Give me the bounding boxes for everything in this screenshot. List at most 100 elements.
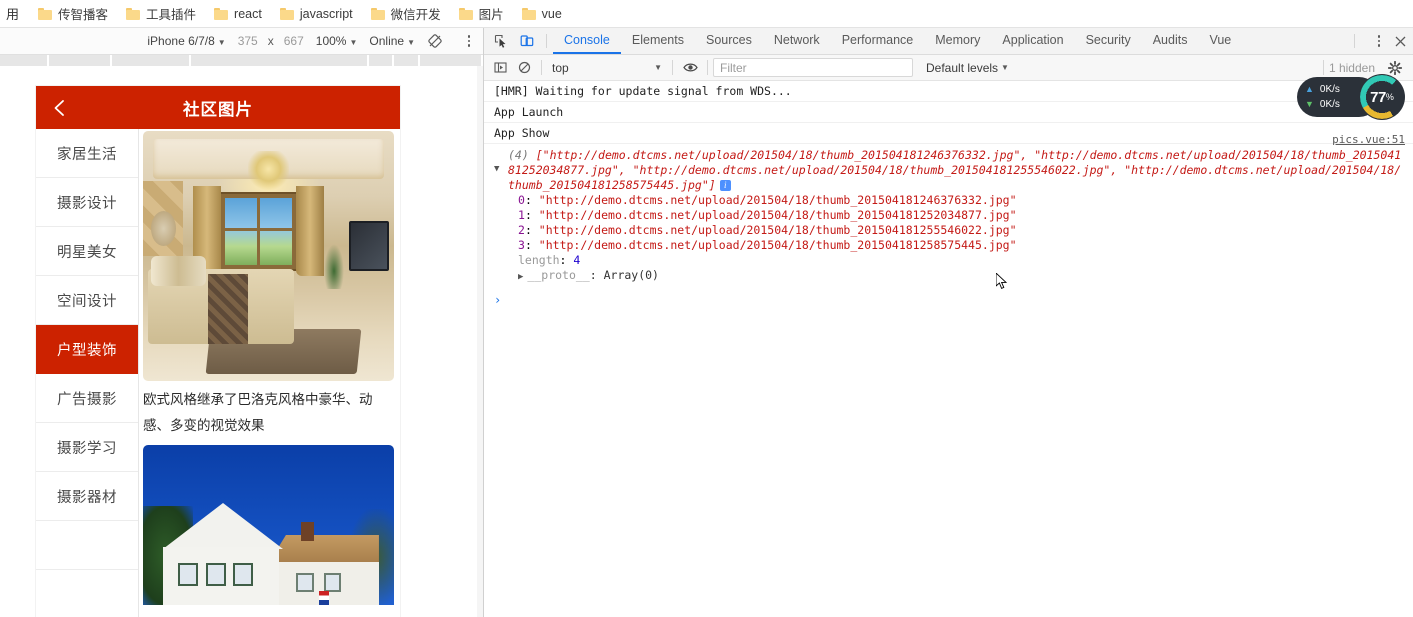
category-sidebar[interactable]: 家居生活 摄影设计 明星美女 空间设计 户型装饰 广告摄影 摄影学习 摄影器材 xyxy=(36,129,139,617)
inspect-element-icon[interactable] xyxy=(488,28,514,54)
tab-label: Application xyxy=(1002,33,1064,47)
sidebar-item-label: 摄影学习 xyxy=(57,440,117,457)
array-length-row: length: 4 xyxy=(518,253,581,267)
list-item[interactable]: 欧式风格继承了巴洛克风格中豪华、动感、多变的视觉效果 xyxy=(139,131,400,445)
array-proto-row[interactable]: ▶ __proto__: Array(0) xyxy=(494,268,1405,285)
sidebar-item-label: 摄影设计 xyxy=(57,195,117,212)
sidebar-item-huxingzhuangshi[interactable]: 户型装饰 xyxy=(36,325,138,374)
console-toolbar: top ▼ Filter Default levels ▼ 1 hidden xyxy=(484,55,1413,81)
folder-icon xyxy=(126,7,141,20)
live-expression-icon[interactable] xyxy=(678,58,702,78)
tab-console[interactable]: Console xyxy=(553,28,621,54)
clear-console-icon[interactable] xyxy=(512,58,536,78)
bookmark-label: react xyxy=(234,6,262,21)
throttling-select[interactable]: Online ▼ xyxy=(363,34,421,48)
sidebar-item-label: 广告摄影 xyxy=(57,391,117,408)
picture-thumbnail-bedroom[interactable] xyxy=(143,131,394,381)
devtools-panel: Console Elements Sources Network Perform… xyxy=(484,28,1413,617)
picture-thumbnail-house[interactable] xyxy=(143,445,394,605)
picture-list[interactable]: 欧式风格继承了巴洛克风格中豪华、动感、多变的视觉效果 xyxy=(139,129,400,617)
array-entry-value: "http://demo.dtcms.net/upload/201504/18/… xyxy=(538,223,1017,237)
tab-vue[interactable]: Vue xyxy=(1198,28,1242,54)
close-icon[interactable] xyxy=(1387,28,1413,54)
bookmark-label: 工具插件 xyxy=(146,8,197,22)
list-item[interactable] xyxy=(139,445,400,605)
sidebar-item-overflow[interactable] xyxy=(36,521,138,570)
execution-context-select[interactable]: top ▼ xyxy=(547,61,667,75)
bookmark-label: 微信开发 xyxy=(390,8,441,22)
bookmark-item[interactable]: vue xyxy=(513,4,571,24)
device-pane-scrollbar[interactable] xyxy=(477,66,483,617)
bookmark-label: 传智播客 xyxy=(58,8,109,22)
bookmark-item[interactable]: 传智播客 xyxy=(29,1,117,26)
device-width-input[interactable]: 375 xyxy=(232,34,264,48)
tab-label: Console xyxy=(564,33,610,47)
device-height-input[interactable]: 667 xyxy=(278,34,310,48)
bookmark-item[interactable]: react xyxy=(205,4,271,24)
console-log-row: App Launch xyxy=(484,102,1413,123)
tab-label: Audits xyxy=(1152,33,1188,47)
bookmark-item[interactable]: 图片 xyxy=(450,1,513,26)
tab-label: Network xyxy=(773,33,820,47)
rotate-icon[interactable] xyxy=(427,33,443,49)
phone-viewport: 社区图片 家居生活 摄影设计 明星美女 空间设计 户型装饰 广告摄影 摄影学习 … xyxy=(36,86,400,617)
device-more-options-icon[interactable] xyxy=(461,33,477,49)
sidebar-item-mingxingmeinv[interactable]: 明星美女 xyxy=(36,227,138,276)
gauge-value: 77 xyxy=(1370,88,1386,106)
bookmark-item[interactable]: 工具插件 xyxy=(117,1,205,26)
array-entry-index: 3 xyxy=(518,238,525,252)
console-prompt[interactable]: › xyxy=(484,289,1413,311)
sidebar-item-jiajushenghuo[interactable]: 家居生活 xyxy=(36,129,138,178)
console-log-row: [HMR] Waiting for update signal from WDS… xyxy=(484,81,1413,102)
array-entry-value: "http://demo.dtcms.net/upload/201504/18/… xyxy=(538,208,1017,222)
console-sidebar-icon[interactable] xyxy=(488,58,512,78)
zoom-select-value: 100% xyxy=(315,34,347,48)
tab-performance[interactable]: Performance xyxy=(831,28,925,54)
console-message-list[interactable]: [HMR] Waiting for update signal from WDS… xyxy=(484,81,1413,617)
sidebar-item-sheyingqicai[interactable]: 摄影器材 xyxy=(36,472,138,521)
device-select[interactable]: iPhone 6/7/8 ▼ xyxy=(141,34,231,48)
bookmark-item[interactable]: javascript xyxy=(271,4,362,24)
array-entry-index: 0 xyxy=(518,193,525,207)
chevron-down-icon: ▼ xyxy=(349,38,358,47)
sidebar-item-sheyingsheji[interactable]: 摄影设计 xyxy=(36,178,138,227)
tab-security[interactable]: Security xyxy=(1075,28,1142,54)
sidebar-item-label: 空间设计 xyxy=(57,293,117,310)
folder-icon xyxy=(458,7,473,20)
cpu-usage-gauge[interactable]: 77% xyxy=(1359,74,1405,120)
app-body: 家居生活 摄影设计 明星美女 空间设计 户型装饰 广告摄影 摄影学习 摄影器材 … xyxy=(36,129,400,617)
filter-input[interactable]: Filter xyxy=(713,58,913,77)
sidebar-item-sheyingxuexi[interactable]: 摄影学习 xyxy=(36,423,138,472)
device-toolbar-icon[interactable] xyxy=(514,28,540,54)
zoom-select[interactable]: 100% ▼ xyxy=(310,34,364,48)
workspace: iPhone 6/7/8▼ 375 x 667 100%▼ Online▼ xyxy=(0,28,1413,617)
tab-network[interactable]: Network xyxy=(763,28,831,54)
expand-toggle-icon[interactable]: ▶ xyxy=(518,272,523,282)
source-link[interactable]: pics.vue:51 xyxy=(1332,132,1405,147)
tab-sources[interactable]: Sources xyxy=(695,28,763,54)
expand-toggle-icon[interactable]: ▼ xyxy=(494,162,504,174)
tab-audits[interactable]: Audits xyxy=(1142,28,1199,54)
sidebar-item-guanggaosheying[interactable]: 广告摄影 xyxy=(36,374,138,423)
info-badge-icon[interactable]: i xyxy=(719,180,731,191)
array-entry-index: 2 xyxy=(518,223,525,237)
tab-elements[interactable]: Elements xyxy=(621,28,695,54)
tab-memory[interactable]: Memory xyxy=(924,28,991,54)
hidden-messages-count[interactable]: 1 hidden xyxy=(1329,61,1383,75)
array-length-key: length xyxy=(518,253,560,267)
gauge-unit: % xyxy=(1385,92,1394,102)
tab-application[interactable]: Application xyxy=(991,28,1074,54)
bookmark-item[interactable]: 微信开发 xyxy=(362,1,450,26)
tab-label: Sources xyxy=(705,33,752,47)
log-level-value: Default levels xyxy=(926,60,999,75)
array-entry-value: "http://demo.dtcms.net/upload/201504/18/… xyxy=(538,238,1017,252)
tab-label: Elements xyxy=(631,33,684,47)
network-speed-widget[interactable]: ▲ 0K/s ▼ 0K/s 77% xyxy=(1297,74,1405,120)
console-object-row[interactable]: pics.vue:51 ▼ (4) ["http://demo.dtcms.ne… xyxy=(484,133,1413,289)
devtools-more-options-icon[interactable] xyxy=(1361,28,1387,54)
sidebar-item-kongjiansheji[interactable]: 空间设计 xyxy=(36,276,138,325)
device-select-value: iPhone 6/7/8 xyxy=(147,34,215,48)
back-chevron-icon[interactable] xyxy=(50,98,70,118)
tab-label: Vue xyxy=(1209,33,1232,47)
log-level-select[interactable]: Default levels ▼ xyxy=(921,61,1014,75)
